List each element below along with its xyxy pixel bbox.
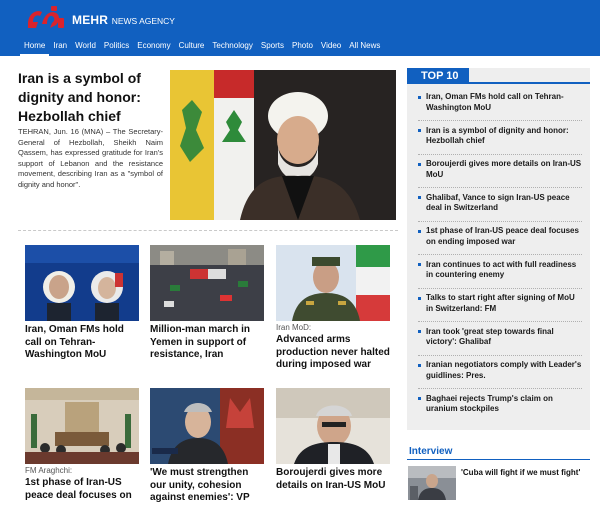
nav-iran[interactable]: Iran [49, 39, 71, 56]
nav-video[interactable]: Video [317, 39, 345, 56]
news-card[interactable]: Million-man march in Yemen in support of… [150, 245, 264, 362]
site-header: MEHR NEWS AGENCY Home Iran World Politic… [0, 0, 600, 56]
news-card[interactable]: Iran, Oman FMs hold call on Tehran-Washi… [25, 245, 139, 362]
card-image[interactable] [276, 245, 390, 321]
card-title[interactable]: Boroujerdi gives more details on Iran-US… [276, 467, 390, 492]
nav-culture[interactable]: Culture [175, 39, 209, 56]
card-title[interactable]: Advanced arms production never halted du… [276, 334, 390, 372]
top10-item[interactable]: Boroujerdi gives more details on Iran-US… [407, 159, 590, 193]
news-card[interactable]: Boroujerdi gives more details on Iran-US… [276, 388, 390, 492]
top10-item[interactable]: Iran, Oman FMs hold call on Tehran-Washi… [407, 92, 590, 126]
top10-item[interactable]: Talks to start right after signing of Mo… [407, 293, 590, 327]
card-kicker: Iran MoD: [276, 323, 312, 332]
interview-label[interactable]: Interview [409, 446, 452, 457]
card-image[interactable] [150, 388, 264, 464]
brand-subtitle: NEWS AGENCY [111, 16, 175, 26]
nav-technology[interactable]: Technology [208, 39, 256, 56]
top10-label[interactable]: TOP 10 [407, 68, 469, 84]
interview-title[interactable]: 'Cuba will fight if we must fight' [461, 468, 580, 477]
card-title[interactable]: Iran, Oman FMs hold call on Tehran-Washi… [25, 324, 139, 362]
card-image[interactable] [150, 245, 264, 321]
news-card[interactable]: FM Araghchi: 1st phase of Iran-US peace … [25, 388, 139, 502]
card-kicker: FM Araghchi: [25, 466, 73, 475]
news-card[interactable]: Iran MoD: Advanced arms production never… [276, 245, 390, 372]
top10-item[interactable]: Iranian negotiators comply with Leader's… [407, 360, 590, 394]
top10-item[interactable]: Iran is a symbol of dignity and honor: H… [407, 126, 590, 160]
top10-list: Iran, Oman FMs hold call on Tehran-Washi… [407, 92, 590, 427]
top10-item[interactable]: Iran continues to act with full readines… [407, 260, 590, 294]
card-image[interactable] [25, 388, 139, 464]
lead-headline[interactable]: Iran is a symbol of dignity and honor: H… [18, 69, 163, 126]
top10-item[interactable]: Iran took 'great step towards final vict… [407, 327, 590, 361]
interview-header: Interview [407, 446, 590, 460]
nav-sports[interactable]: Sports [257, 39, 288, 56]
main-nav: Home Iran World Politics Economy Culture… [20, 39, 384, 56]
card-image[interactable] [25, 245, 139, 321]
interview-image[interactable] [408, 466, 456, 500]
top10-item[interactable]: Ghalibaf, Vance to sign Iran-US peace de… [407, 193, 590, 227]
nav-economy[interactable]: Economy [133, 39, 174, 56]
nav-all-news[interactable]: All News [345, 39, 384, 56]
nav-photo[interactable]: Photo [288, 39, 317, 56]
card-title[interactable]: Million-man march in Yemen in support of… [150, 324, 264, 362]
card-image[interactable] [276, 388, 390, 464]
brand-name[interactable]: MEHR NEWS AGENCY [72, 13, 175, 27]
top10-item[interactable]: Baghaei rejects Trump's claim on uranium… [407, 394, 590, 428]
lead-image[interactable] [170, 70, 396, 220]
nav-home[interactable]: Home [20, 39, 50, 56]
news-card[interactable]: 'We must strengthen our unity, cohesion … [150, 388, 264, 505]
top10-header: TOP 10 [407, 68, 590, 84]
nav-world[interactable]: World [71, 39, 100, 56]
interview-item[interactable]: 'Cuba will fight if we must fight' [408, 466, 590, 502]
lead-summary: TEHRAN, Jun. 16 (MNA) – The Secretary-Ge… [18, 127, 163, 189]
card-title[interactable]: 1st phase of Iran-US peace deal focuses … [25, 477, 139, 502]
top10-item[interactable]: 1st phase of Iran-US peace deal focuses … [407, 226, 590, 260]
card-title[interactable]: 'We must strengthen our unity, cohesion … [150, 467, 264, 505]
section-divider [18, 230, 398, 231]
mehr-logo-icon[interactable] [22, 4, 66, 34]
nav-politics[interactable]: Politics [100, 39, 133, 56]
